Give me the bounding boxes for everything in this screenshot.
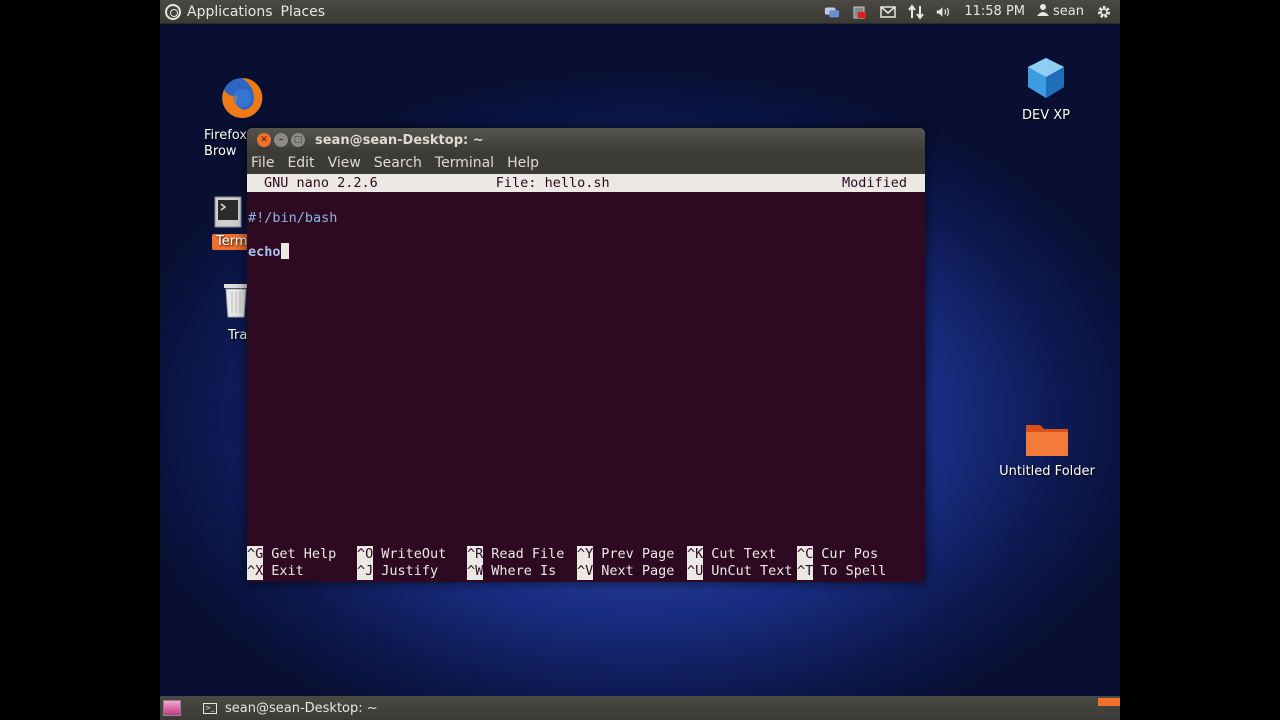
bottom-panel: >_ sean@sean-Desktop: ~ — [160, 696, 1120, 720]
shortcut-key: ^K — [687, 546, 704, 563]
trash-icon — [224, 284, 248, 318]
shortcut-key: ^R — [467, 546, 484, 563]
shortcut-get-help[interactable]: ^G Get Help — [247, 546, 357, 563]
nano-shortcuts: ^G Get Help ^O WriteOut ^R Read File ^Y Prev… — [247, 546, 925, 580]
shortcut-label: Next Page — [601, 563, 675, 579]
shortcut-exit[interactable]: ^X Exit — [247, 563, 357, 580]
shortcut-key: ^W — [467, 563, 484, 580]
nano-version: GNU nano 2.2.6 — [264, 175, 378, 191]
shortcut-uncut-text[interactable]: ^U UnCut Text — [687, 563, 797, 580]
shortcut-read-file[interactable]: ^R Read File — [467, 546, 577, 563]
menu-file[interactable]: File — [251, 155, 274, 171]
terminal-icon: >_ — [203, 702, 217, 714]
shortcut-label: Where Is — [491, 563, 557, 579]
editor-line-2-text: echo — [248, 244, 281, 260]
shortcut-row: ^X Exit ^J Justify ^W Where Is ^V Next Page … — [247, 563, 925, 580]
user-menu[interactable]: sean — [1037, 3, 1084, 20]
editor-line-2[interactable]: echo — [248, 243, 289, 260]
volume-icon[interactable] — [936, 4, 952, 20]
shortcut-label: Cut Text — [711, 546, 777, 562]
shortcut-to-spell[interactable]: ^T To Spell — [797, 563, 907, 580]
shortcut-label: Get Help — [271, 546, 337, 562]
shortcut-row: ^G Get Help ^O WriteOut ^R Read File ^Y Prev… — [247, 546, 925, 563]
firefox-icon — [222, 77, 263, 118]
chat-icon[interactable] — [824, 4, 840, 20]
shortcut-key: ^Y — [577, 546, 594, 563]
desktop-icon-label: DEV XP — [1022, 108, 1070, 123]
terminal-menubar: File Edit View Search Terminal Help — [247, 152, 925, 174]
menu-terminal[interactable]: Terminal — [435, 155, 494, 171]
mail-icon[interactable] — [880, 4, 897, 20]
top-panel: Applications Places 11:58 PM sean — [160, 0, 1120, 24]
virtualbox-icon — [1028, 58, 1064, 98]
window-title: sean@sean-Desktop: ~ — [315, 132, 484, 148]
shortcut-label: UnCut Text — [711, 563, 793, 579]
menu-view[interactable]: View — [328, 155, 361, 171]
shortcut-label: Exit — [271, 563, 304, 579]
show-desktop-button[interactable] — [163, 700, 181, 716]
shortcut-prev-page[interactable]: ^Y Prev Page — [577, 546, 687, 563]
shortcut-key: ^C — [797, 546, 814, 563]
shortcut-writeout[interactable]: ^O WriteOut — [357, 546, 467, 563]
shortcut-key: ^V — [577, 563, 594, 580]
shortcut-label: WriteOut — [381, 546, 447, 562]
shortcut-label: Prev Page — [601, 546, 675, 562]
user-icon — [1037, 3, 1050, 20]
clock[interactable]: 11:58 PM — [964, 4, 1025, 19]
menu-places[interactable]: Places — [281, 4, 326, 20]
shortcut-key: ^X — [247, 563, 264, 580]
taskbar-label: sean@sean-Desktop: ~ — [225, 700, 378, 716]
shortcut-justify[interactable]: ^J Justify — [357, 563, 467, 580]
nano-status: Modified — [841, 175, 907, 191]
trash-applet-icon[interactable] — [1098, 698, 1120, 706]
menu-search[interactable]: Search — [374, 155, 422, 171]
menu-edit[interactable]: Edit — [287, 155, 314, 171]
shortcut-next-page[interactable]: ^V Next Page — [577, 563, 687, 580]
desktop-icon-label: Term — [212, 234, 252, 250]
menu-applications[interactable]: Applications — [187, 4, 273, 20]
desktop-icon-label: Untitled Folder — [999, 464, 1095, 479]
shortcut-label: Justify — [381, 563, 439, 579]
shortcut-label: Cur Pos — [821, 546, 879, 562]
shortcut-key: ^G — [247, 546, 264, 563]
desktop-icon-dev-xp[interactable]: DEV XP — [996, 56, 1096, 124]
battery-icon[interactable] — [852, 4, 868, 20]
editor-line-1[interactable]: #!/bin/bash — [248, 210, 337, 226]
shortcut-cur-pos[interactable]: ^C Cur Pos — [797, 546, 907, 563]
ubuntu-logo-icon — [165, 3, 181, 20]
system-tray: 11:58 PM sean — [824, 3, 1120, 20]
shortcut-label: Read File — [491, 546, 565, 562]
shortcut-key: ^O — [357, 546, 374, 563]
desktop-icon-untitled-folder[interactable]: Untitled Folder — [997, 420, 1097, 480]
shortcut-key: ^J — [357, 563, 374, 580]
close-button[interactable]: ✕ — [257, 133, 271, 147]
terminal-window[interactable]: ✕ – □ sean@sean-Desktop: ~ File Edit Vie… — [247, 128, 925, 582]
user-name: sean — [1053, 4, 1084, 19]
shortcut-key: ^T — [797, 563, 814, 580]
nano-filename: File: hello.sh — [495, 175, 610, 191]
text-cursor — [280, 243, 289, 259]
minimize-button[interactable]: – — [274, 133, 288, 147]
nano-header: GNU nano 2.2.6 File: hello.sh Modified — [247, 174, 925, 192]
taskbar-terminal-button[interactable]: >_ sean@sean-Desktop: ~ — [195, 697, 386, 719]
terminal-content[interactable]: GNU nano 2.2.6 File: hello.sh Modified #… — [247, 174, 925, 582]
shortcut-cut-text[interactable]: ^K Cut Text — [687, 546, 797, 563]
maximize-button[interactable]: □ — [291, 133, 305, 147]
terminal-icon — [214, 196, 242, 228]
network-icon[interactable] — [908, 3, 925, 20]
shortcut-key: ^U — [687, 563, 704, 580]
shortcut-where-is[interactable]: ^W Where Is — [467, 563, 577, 580]
window-titlebar[interactable]: ✕ – □ sean@sean-Desktop: ~ — [247, 128, 925, 152]
gear-icon[interactable] — [1096, 4, 1112, 20]
folder-icon — [1026, 425, 1068, 456]
menu-help[interactable]: Help — [507, 155, 539, 171]
desktop: Applications Places 11:58 PM sean Firefo… — [160, 0, 1120, 720]
shortcut-label: To Spell — [821, 563, 887, 579]
